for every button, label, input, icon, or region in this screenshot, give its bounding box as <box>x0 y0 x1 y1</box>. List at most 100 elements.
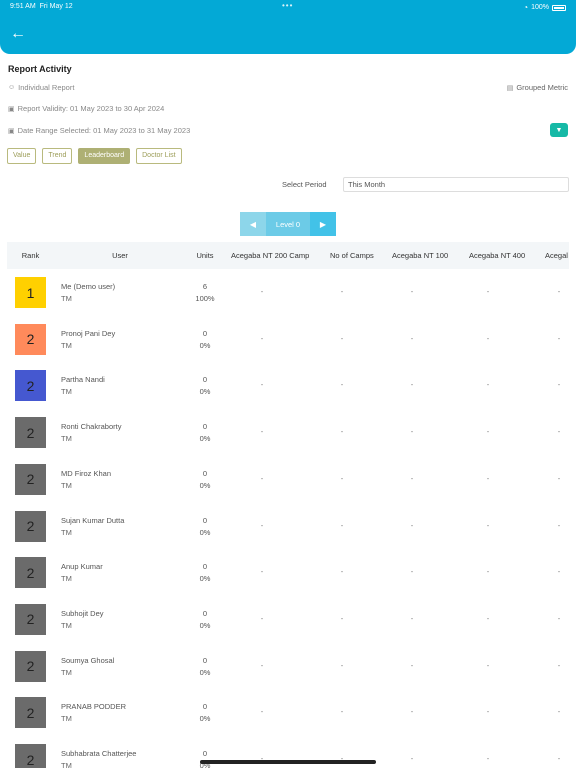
table-row[interactable]: 2 Soumya Ghosal TM 0 0% - - - - - <box>7 643 569 690</box>
user-role: TM <box>61 294 72 303</box>
user-role: TM <box>61 387 72 397</box>
col-no-of-camps: No of Camps <box>330 251 374 260</box>
user-role: TM <box>61 434 72 444</box>
user-role: TM <box>61 527 72 537</box>
level-navigator: ◀ Level 0 ▶ <box>240 212 336 236</box>
table-row[interactable]: 2 Sujan Kumar Dutta TM 0 0% - - - - - <box>7 503 569 550</box>
filter-button[interactable]: ▼ <box>550 123 568 137</box>
user-name: Ronti Chakraborty <box>61 422 122 432</box>
empty-cell: - <box>340 427 344 437</box>
rank-badge: 2 <box>15 463 46 495</box>
empty-cell: - <box>260 613 264 623</box>
empty-cell: - <box>557 567 561 577</box>
table-row[interactable]: 2 PRANAB PODDER TM 0 0% - - - - - <box>7 689 569 736</box>
user-name: Pronoj Pani Dey <box>61 328 116 338</box>
empty-cell: - <box>260 380 264 390</box>
view-tabs: Value Trend Leaderboard Doctor List <box>7 148 182 164</box>
empty-cell: - <box>340 520 344 530</box>
rank-badge: 2 <box>15 557 46 589</box>
col-acegal: Acegal <box>545 251 568 260</box>
tab-value[interactable]: Value <box>7 148 37 164</box>
status-bar: 9:51 AM Fri May 12 ••• ◔ 100% <box>0 0 576 14</box>
empty-cell: - <box>260 333 264 343</box>
empty-cell: - <box>260 707 264 717</box>
period-select[interactable]: This Month <box>343 177 569 192</box>
calendar-icon: ▣ <box>8 105 15 113</box>
date-range: ▣ Date Range Selected: 01 May 2023 to 31… <box>8 126 191 135</box>
empty-cell: - <box>557 660 561 670</box>
table-row[interactable]: 2 Pronoj Pani Dey TM 0 0% - - - - - <box>7 316 569 363</box>
empty-cell: - <box>340 473 344 483</box>
units-value: 0 <box>202 515 208 525</box>
grouped-metric-toggle[interactable]: ▤ Grouped Metric <box>507 83 568 92</box>
empty-cell: - <box>486 707 490 717</box>
empty-cell: - <box>410 473 414 483</box>
units-value: 6 <box>202 282 208 291</box>
empty-cell: - <box>486 754 490 763</box>
empty-cell: - <box>410 380 414 390</box>
arrow-left-icon[interactable]: ← <box>10 24 26 44</box>
empty-cell: - <box>410 520 414 530</box>
empty-cell: - <box>340 380 344 390</box>
table-row[interactable]: 1 Me (Demo user) TM 6 100% - - - - - <box>7 269 569 316</box>
units-percent: 0% <box>199 340 211 350</box>
table-header: Rank User Units Acegaba NT 200 Camp No o… <box>7 242 569 269</box>
report-type: ☺ Individual Report <box>8 83 75 92</box>
rank-badge: 2 <box>15 744 46 768</box>
level-prev-button[interactable]: ◀ <box>240 212 266 236</box>
units-percent: 100% <box>195 294 215 303</box>
user-role: TM <box>61 340 72 350</box>
user-role: TM <box>61 620 72 630</box>
empty-cell: - <box>410 613 414 623</box>
tab-doctor-list[interactable]: Doctor List <box>136 148 182 164</box>
units-value: 0 <box>202 468 208 478</box>
user-role: TM <box>61 574 72 584</box>
caret-right-icon: ▶ <box>319 219 327 229</box>
empty-cell: - <box>410 567 414 577</box>
empty-cell: - <box>557 707 561 717</box>
user-role: TM <box>61 667 72 677</box>
units-percent: 0% <box>199 527 211 537</box>
empty-cell: - <box>486 567 490 577</box>
empty-cell: - <box>340 613 344 623</box>
report-validity: ▣ Report Validity: 01 May 2023 to 30 Apr… <box>8 104 165 113</box>
empty-cell: - <box>486 333 490 343</box>
chart-icon: ▤ <box>506 84 514 92</box>
empty-cell: - <box>410 287 414 296</box>
user-name: Me (Demo user) <box>61 282 116 291</box>
empty-cell: - <box>410 660 414 670</box>
table-row[interactable]: 2 Subhojit Dey TM 0 0% - - - - - <box>7 596 569 643</box>
table-row[interactable]: 2 Partha Nandi TM 0 0% - - - - - <box>7 362 569 409</box>
empty-cell: - <box>340 567 344 577</box>
empty-cell: - <box>486 473 490 483</box>
user-name: Sujan Kumar Dutta <box>61 515 125 525</box>
filter-icon: ▼ <box>555 126 563 134</box>
level-next-button[interactable]: ▶ <box>310 212 336 236</box>
table-row[interactable]: 2 Anup Kumar TM 0 0% - - - - - <box>7 549 569 596</box>
units-value: 0 <box>202 702 208 712</box>
battery-icon <box>552 4 566 11</box>
empty-cell: - <box>557 380 561 390</box>
table-row[interactable]: 2 Ronti Chakraborty TM 0 0% - - - - - <box>7 409 569 456</box>
rank-badge: 2 <box>15 417 46 449</box>
empty-cell: - <box>557 473 561 483</box>
units-value: 0 <box>202 749 208 758</box>
user-name: MD Firoz Khan <box>61 468 112 478</box>
multitask-dots: ••• <box>282 1 294 10</box>
caret-left-icon: ◀ <box>249 219 257 229</box>
home-indicator <box>200 760 376 764</box>
col-acegaba-nt-100: Acegaba NT 100 <box>392 251 449 260</box>
empty-cell: - <box>557 520 561 530</box>
units-value: 0 <box>202 328 208 338</box>
units-percent: 0% <box>199 434 211 444</box>
units-percent: 0% <box>199 387 211 397</box>
rank-badge: 2 <box>15 370 46 402</box>
tab-trend[interactable]: Trend <box>42 148 73 164</box>
table-row[interactable]: 2 MD Firoz Khan TM 0 0% - - - - - <box>7 456 569 503</box>
tab-leaderboard[interactable]: Leaderboard <box>78 148 131 164</box>
app-header: ← <box>0 14 576 54</box>
level-label: Level 0 <box>266 212 310 236</box>
empty-cell: - <box>340 333 344 343</box>
user-name: Soumya Ghosal <box>61 655 115 665</box>
col-acegaba-nt-200-camp: Acegaba NT 200 Camp <box>231 251 310 260</box>
